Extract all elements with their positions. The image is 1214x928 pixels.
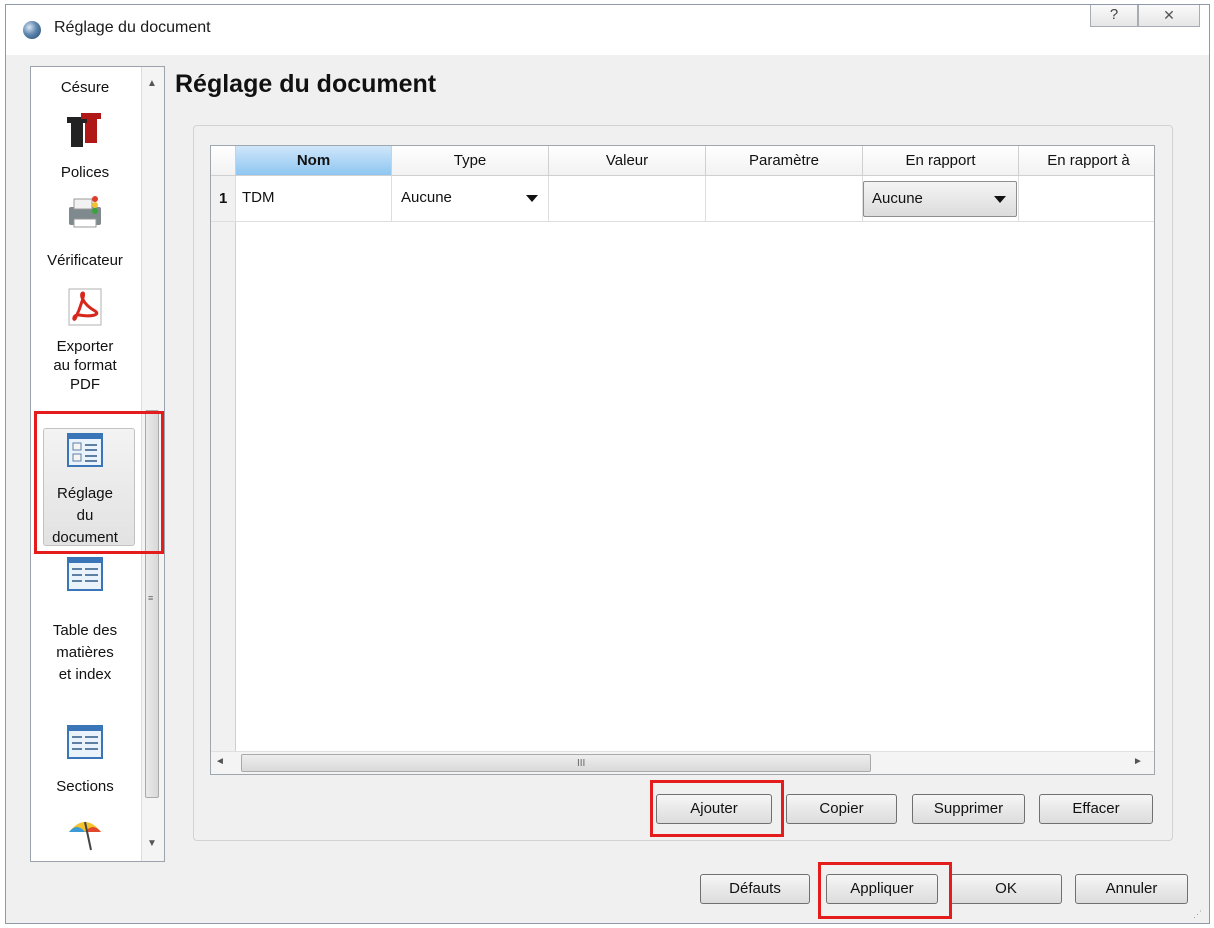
page-title: Réglage du document: [175, 70, 437, 98]
scroll-right-arrow-icon[interactable]: ►: [1133, 756, 1143, 767]
cell-valeur[interactable]: [549, 176, 706, 222]
close-button[interactable]: ✕: [1138, 5, 1200, 27]
ok-button[interactable]: OK: [950, 874, 1062, 904]
en-rapport-dropdown[interactable]: Aucune: [863, 181, 1017, 217]
sidebar-item-label: Exporter au format PDF: [53, 338, 117, 393]
scroll-grip-icon: III: [577, 758, 586, 769]
corner-header: [211, 146, 236, 176]
sidebar-item-label: Table des matières et index: [52, 622, 118, 683]
title-bar: Réglage du document ? ✕: [6, 5, 1209, 55]
sidebar-item-verificateur[interactable]: Vérificateur: [31, 251, 139, 271]
effacer-button[interactable]: Effacer: [1039, 794, 1153, 824]
highlight-box-sidebar-selection: [34, 411, 164, 554]
scroll-down-arrow-icon[interactable]: ▼: [145, 838, 159, 852]
column-header-en-rapport[interactable]: En rapport: [863, 146, 1019, 176]
pdf-icon: [68, 288, 102, 326]
sidebar-item-cesure[interactable]: Césure: [31, 78, 139, 98]
cell-nom[interactable]: TDM: [236, 176, 392, 222]
supprimer-button[interactable]: Supprimer: [912, 794, 1025, 824]
column-header-nom[interactable]: Nom: [236, 146, 392, 176]
resize-grip-icon[interactable]: ⋰: [1193, 909, 1202, 920]
scroll-left-arrow-icon[interactable]: ◄: [215, 756, 225, 767]
table-horizontal-scrollbar[interactable]: ◄ III ►: [211, 751, 1154, 774]
sidebar-item-sections[interactable]: Sections: [31, 777, 139, 797]
fonts-icon: [67, 113, 101, 147]
window-title: Réglage du document: [54, 19, 211, 36]
sidebar-item-label: Césure: [60, 79, 110, 96]
row-index: 1: [211, 176, 236, 222]
scroll-up-arrow-icon[interactable]: ▲: [145, 78, 159, 92]
dropdown-caret-icon: [994, 196, 1006, 203]
sections-icon: [67, 725, 103, 759]
column-header-en-rapport-a[interactable]: En rapport à: [1019, 146, 1154, 176]
sidebar-item-label: Sections: [56, 778, 114, 795]
defauts-button[interactable]: Défauts: [700, 874, 810, 904]
en-rapport-dropdown-value: Aucune: [872, 190, 923, 207]
sidebar-item-polices[interactable]: Polices: [31, 163, 139, 183]
column-header-parametre[interactable]: Paramètre: [706, 146, 863, 176]
copier-button[interactable]: Copier: [786, 794, 897, 824]
type-dropdown[interactable]: Aucune: [393, 181, 548, 217]
horizontal-scroll-thumb[interactable]: III: [241, 754, 871, 772]
sidebar-item-label: Vérificateur: [47, 252, 123, 269]
type-dropdown-value: Aucune: [401, 189, 452, 206]
toc-icon: [67, 557, 103, 591]
highlight-box-appliquer: [818, 862, 952, 919]
cell-parametre[interactable]: [706, 176, 863, 222]
dropdown-caret-icon: [526, 195, 538, 202]
row-header-column: [211, 146, 236, 761]
column-header-valeur[interactable]: Valeur: [549, 146, 706, 176]
app-globe-icon: [23, 21, 41, 39]
highlight-box-ajouter: [650, 780, 784, 837]
cell-en-rapport-a[interactable]: [1019, 176, 1154, 222]
umbrella-icon[interactable]: [65, 812, 105, 852]
annuler-button[interactable]: Annuler: [1075, 874, 1188, 904]
sidebar-item-export-pdf[interactable]: Exporter au format PDF: [31, 337, 139, 394]
settings-table: Nom Type Valeur Paramètre En rapport En …: [210, 145, 1155, 775]
help-button[interactable]: ?: [1090, 5, 1138, 27]
printer-checker-icon: [69, 196, 101, 228]
column-header-type[interactable]: Type: [392, 146, 549, 176]
scroll-grip-icon: ≡: [148, 593, 154, 603]
sidebar-item-table-matieres[interactable]: Table des matières et index: [31, 620, 139, 686]
sidebar-item-label: Polices: [60, 164, 110, 181]
